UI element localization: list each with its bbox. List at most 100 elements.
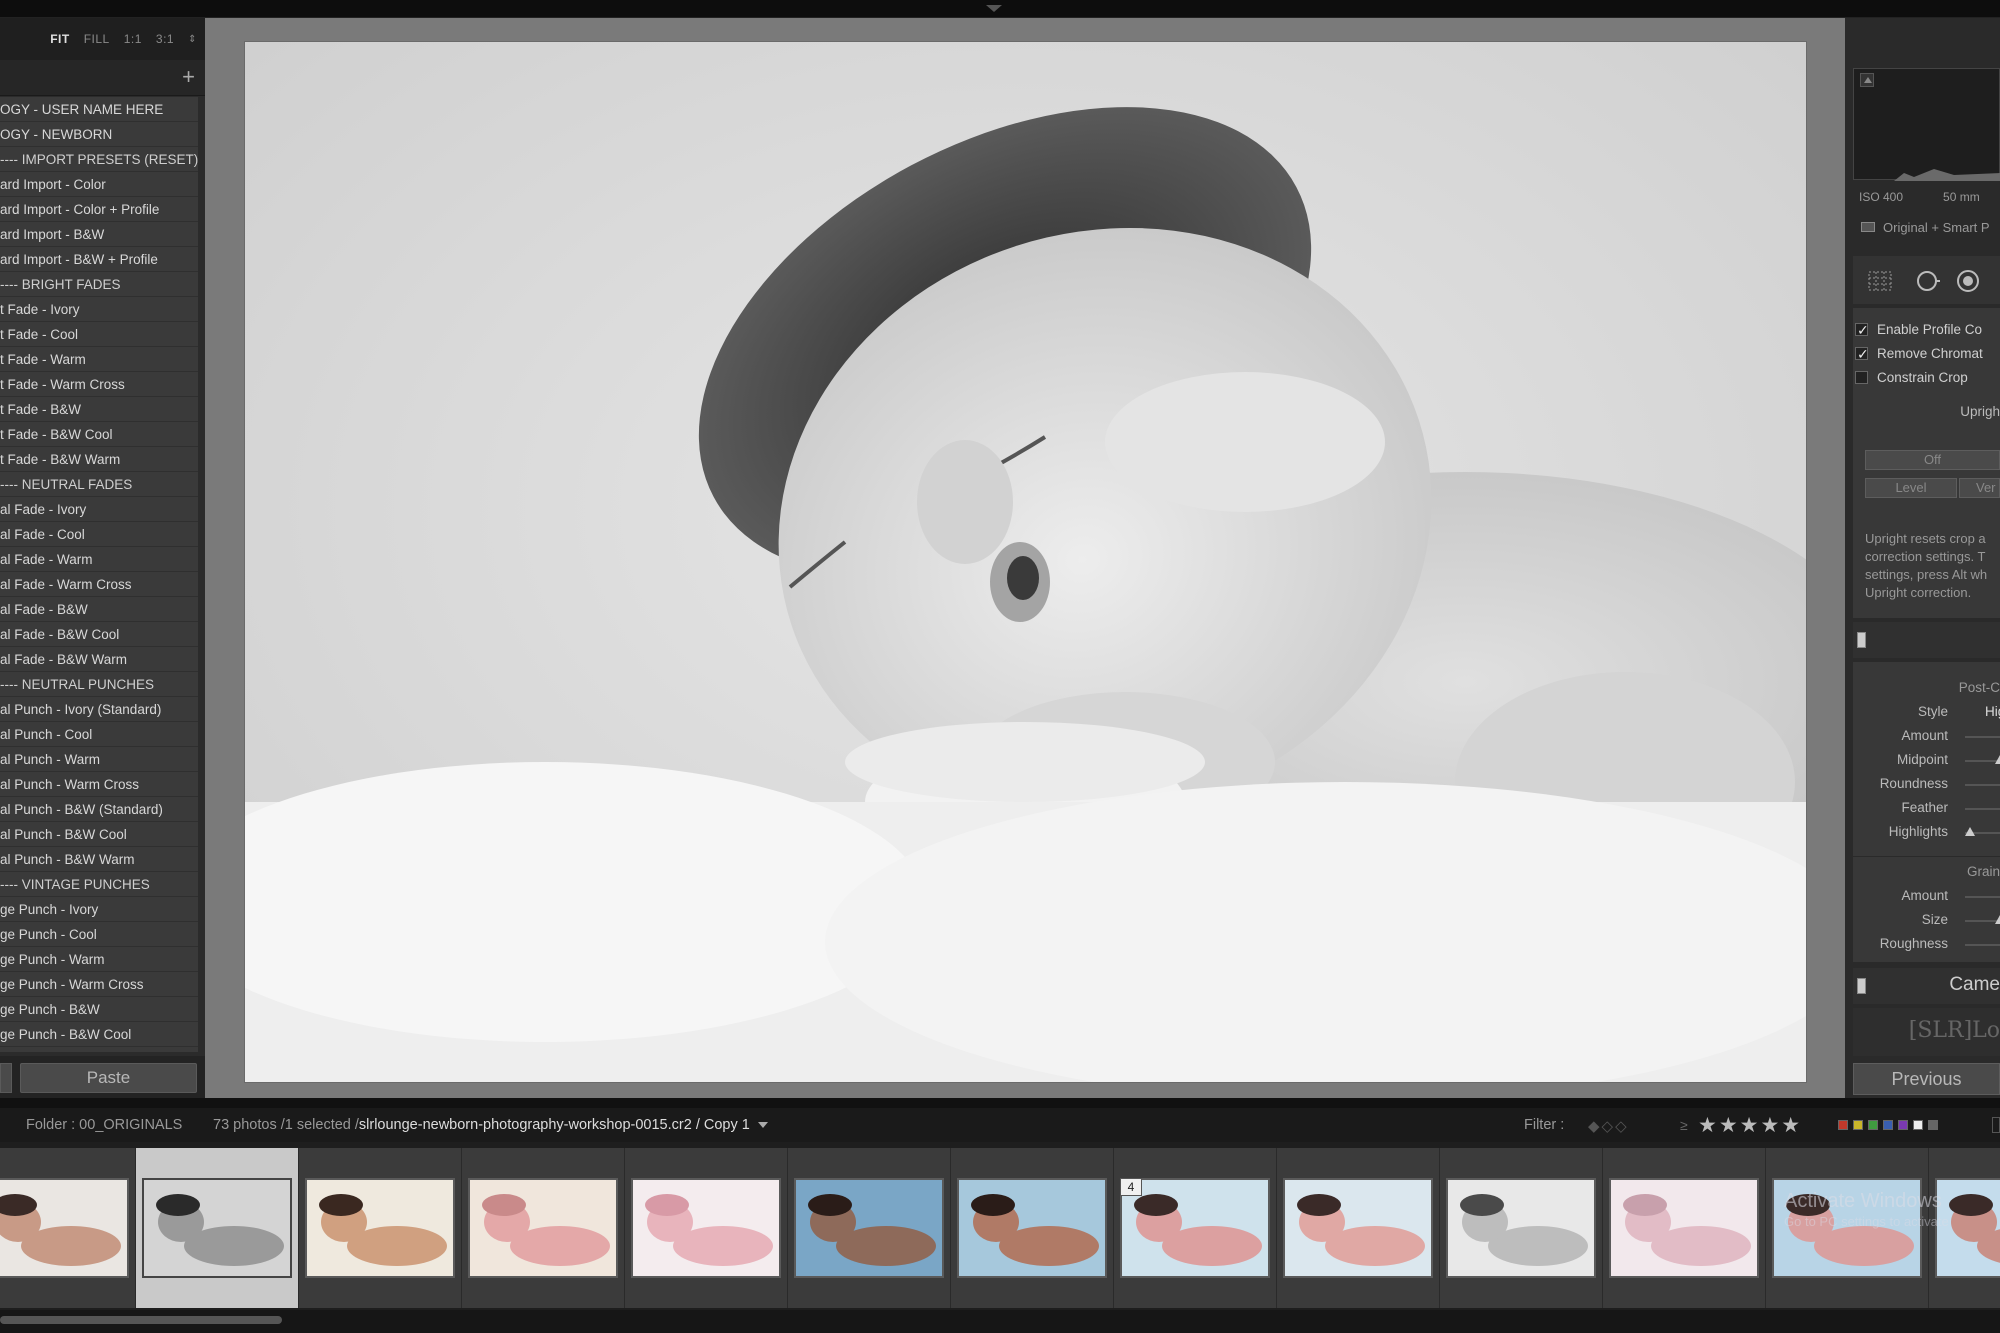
color-label-swatch[interactable] — [1868, 1120, 1878, 1130]
preset-item[interactable]: al Fade - Warm — [0, 547, 198, 572]
filmstrip-cell[interactable] — [299, 1148, 462, 1308]
filmstrip-scroll-thumb[interactable] — [0, 1316, 282, 1324]
filmstrip-cell[interactable]: 4 — [1114, 1148, 1277, 1308]
preset-folder[interactable]: ---- IMPORT PRESETS (RESET) — [0, 147, 198, 172]
preset-item[interactable]: al Punch - Cool — [0, 722, 198, 747]
filmstrip-cell[interactable] — [462, 1148, 625, 1308]
filmstrip-cell[interactable] — [1277, 1148, 1440, 1308]
upright-off-button[interactable]: Off — [1865, 450, 2000, 470]
midpoint-slider[interactable] — [1965, 755, 2000, 764]
filmstrip-thumbnail[interactable] — [0, 1178, 129, 1278]
add-preset-icon[interactable]: + — [182, 64, 195, 90]
grain-size-slider[interactable] — [1965, 915, 2000, 924]
preset-folder[interactable]: ---- VINTAGE PUNCHES — [0, 872, 198, 897]
preset-item[interactable]: ard Import - B&W — [0, 222, 198, 247]
preset-item[interactable]: ge Punch - Warm Cross — [0, 972, 198, 997]
color-label-swatch[interactable] — [1898, 1120, 1908, 1130]
effects-panel-header[interactable] — [1853, 622, 2000, 658]
color-label-swatch[interactable] — [1838, 1120, 1848, 1130]
rating-comparator[interactable]: ≥ — [1680, 1117, 1688, 1133]
main-photo[interactable] — [245, 42, 1806, 1082]
top-panel-strip[interactable] — [0, 0, 2000, 18]
preset-item[interactable]: t Fade - Cool — [0, 322, 198, 347]
preset-item[interactable]: ge Punch - B&W Cool — [0, 1022, 198, 1047]
star-rating-filter[interactable]: ★★★★★ — [1698, 1113, 1802, 1138]
filmstrip-cell[interactable] — [1440, 1148, 1603, 1308]
filmstrip-cell[interactable] — [1603, 1148, 1766, 1308]
slider-knob-icon[interactable] — [1995, 915, 2000, 924]
flag-filter-icons[interactable]: ◆◇◇ — [1588, 1117, 1629, 1135]
preset-item[interactable]: OGY - USER NAME HERE — [0, 97, 198, 122]
collapse-arrow-icon[interactable] — [986, 5, 1002, 12]
previous-button[interactable]: Previous — [1853, 1063, 2000, 1095]
preset-item[interactable]: ard Import - Color — [0, 172, 198, 197]
preset-scrollbar[interactable] — [198, 97, 205, 1052]
preset-item[interactable]: al Fade - B&W Warm — [0, 647, 198, 672]
preset-item[interactable]: al Fade - Cool — [0, 522, 198, 547]
color-label-swatch[interactable] — [1883, 1120, 1893, 1130]
preset-item[interactable]: ge Punch - Cool — [0, 922, 198, 947]
color-label-swatch[interactable] — [1853, 1120, 1863, 1130]
preset-item[interactable]: al Punch - Warm — [0, 747, 198, 772]
zoom-stepper-icon[interactable]: ⇕ — [188, 34, 197, 45]
histogram[interactable] — [1853, 68, 2000, 181]
zoom-1-1[interactable]: 1:1 — [124, 32, 142, 46]
filmstrip-thumbnail[interactable] — [1120, 1178, 1270, 1278]
preset-item[interactable]: al Fade - Ivory — [0, 497, 198, 522]
style-value-dropdown[interactable]: Hig — [1985, 704, 2000, 719]
preset-item[interactable]: t Fade - B&W — [0, 397, 198, 422]
preset-item[interactable]: t Fade - Warm Cross — [0, 372, 198, 397]
zoom-3-1[interactable]: 3:1 — [156, 32, 174, 46]
filmstrip-thumbnail[interactable] — [468, 1178, 618, 1278]
paste-button[interactable]: Paste — [20, 1063, 197, 1093]
color-label-swatch[interactable] — [1913, 1120, 1923, 1130]
filmstrip-thumbnail[interactable] — [1609, 1178, 1759, 1278]
preset-folder[interactable]: ---- NEUTRAL PUNCHES — [0, 672, 198, 697]
filmstrip-thumbnail[interactable] — [631, 1178, 781, 1278]
preset-folder[interactable]: ---- NEUTRAL FADES — [0, 472, 198, 497]
constrain-crop-checkbox[interactable]: Constrain Crop — [1855, 368, 1968, 388]
amount-slider[interactable] — [1965, 736, 2000, 738]
copy-button[interactable] — [0, 1063, 12, 1093]
preset-item[interactable]: al Fade - B&W Cool — [0, 622, 198, 647]
preset-item[interactable]: t Fade - Warm — [0, 347, 198, 372]
filmstrip-cell-selected[interactable] — [136, 1148, 299, 1308]
preset-item[interactable]: al Punch - B&W Cool — [0, 822, 198, 847]
preset-item[interactable]: t Fade - B&W Cool — [0, 422, 198, 447]
roughness-slider[interactable] — [1965, 944, 2000, 946]
original-smart-preview[interactable]: Original + Smart P — [1853, 214, 2000, 242]
zoom-fit[interactable]: FIT — [50, 32, 70, 46]
preset-item[interactable]: ge Punch - Ivory — [0, 897, 198, 922]
spot-removal-icon[interactable] — [1915, 268, 1941, 294]
preset-item[interactable]: al Fade - B&W — [0, 597, 198, 622]
filmstrip-scrollbar[interactable] — [0, 1310, 2000, 1333]
filmstrip-thumbnail[interactable] — [1283, 1178, 1433, 1278]
zoom-fill[interactable]: FILL — [84, 32, 110, 46]
filter-lock-icon[interactable] — [1992, 1117, 2000, 1133]
photo-count-and-filename[interactable]: 73 photos /1 selected /slrlounge-newborn… — [213, 1117, 768, 1133]
preset-item[interactable]: ard Import - B&W + Profile — [0, 247, 198, 272]
preset-item[interactable]: t Fade - Ivory — [0, 297, 198, 322]
preset-item[interactable]: al Punch - B&W Warm — [0, 847, 198, 872]
crop-overlay-icon[interactable] — [1867, 268, 1893, 294]
stack-count-badge[interactable]: 4 — [1120, 1178, 1142, 1196]
preset-item[interactable]: al Punch - Ivory (Standard) — [0, 697, 198, 722]
slider-knob-icon[interactable] — [1995, 755, 2000, 764]
filmstrip-cell[interactable] — [788, 1148, 951, 1308]
preset-item[interactable]: OGY - NEWBORN — [0, 122, 198, 147]
preset-folder[interactable]: ---- BRIGHT FADES — [0, 272, 198, 297]
upright-level-button[interactable]: Level — [1865, 478, 1957, 498]
color-label-swatch[interactable] — [1928, 1120, 1938, 1130]
enable-profile-checkbox[interactable]: Enable Profile Co — [1855, 320, 1982, 340]
folder-source[interactable]: Folder : 00_ORIGINALS — [26, 1117, 182, 1133]
filename-dropdown-icon[interactable] — [757, 1122, 768, 1129]
feather-slider[interactable] — [1965, 808, 2000, 810]
filmstrip-thumbnail[interactable] — [1446, 1178, 1596, 1278]
highlights-slider[interactable] — [1965, 827, 2000, 836]
remove-chromatic-checkbox[interactable]: Remove Chromat — [1855, 344, 1983, 364]
preset-item[interactable]: al Punch - Warm Cross — [0, 772, 198, 797]
panel-toggle-switch[interactable] — [1857, 632, 1866, 648]
panel-toggle-switch[interactable] — [1857, 978, 1866, 994]
filmstrip-thumbnail[interactable] — [142, 1178, 292, 1278]
filmstrip-thumbnail[interactable] — [305, 1178, 455, 1278]
